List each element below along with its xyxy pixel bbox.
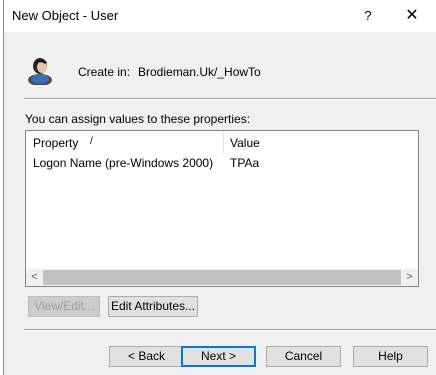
help-title-button[interactable]: ? [348, 0, 388, 32]
create-in-path: Brodieman.Uk/_HowTo [138, 65, 261, 79]
horizontal-scrollbar[interactable]: < > [26, 269, 418, 286]
help-button[interactable]: Help [353, 346, 428, 367]
sort-indicator-icon: / [90, 136, 93, 147]
list-item[interactable]: Logon Name (pre-Windows 2000) TPAa [26, 155, 418, 173]
properties-list[interactable]: Property / Value Logon Name (pre-Windows… [25, 130, 419, 287]
property-name-cell: Logon Name (pre-Windows 2000) [33, 156, 214, 170]
back-button[interactable]: < Back [109, 346, 184, 367]
list-header: Property / Value [26, 131, 418, 153]
column-header-value[interactable]: Value [230, 136, 260, 150]
create-in-label: Create in: [78, 65, 131, 79]
user-icon [26, 55, 54, 86]
scroll-left-icon[interactable]: < [26, 269, 43, 286]
view-edit-button[interactable]: View/Edit... [28, 296, 100, 317]
title-bar: New Object - User ? ✕ [4, 0, 436, 32]
edit-attributes-button[interactable]: Edit Attributes... [108, 296, 198, 317]
next-button[interactable]: Next > [181, 346, 256, 367]
window-title: New Object - User [12, 8, 119, 23]
scrollbar-thumb[interactable] [43, 270, 401, 285]
cancel-button[interactable]: Cancel [266, 346, 341, 367]
properties-instructions: You can assign values to these propertie… [25, 112, 251, 126]
new-object-user-dialog: New Object - User ? ✕ Create in: Brodiem… [3, 0, 436, 375]
separator [24, 329, 436, 331]
close-button[interactable]: ✕ [392, 0, 432, 32]
scroll-right-icon[interactable]: > [401, 269, 418, 286]
separator [24, 98, 436, 100]
column-divider[interactable] [223, 131, 224, 153]
column-header-property[interactable]: Property [33, 136, 78, 150]
property-value-cell: TPAa [230, 156, 260, 170]
